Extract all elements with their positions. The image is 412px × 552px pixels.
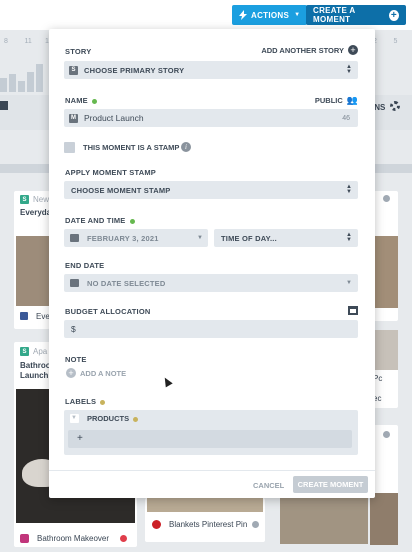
card-image bbox=[147, 498, 263, 512]
status-dot bbox=[383, 431, 390, 438]
end-date-value: NO DATE SELECTED bbox=[87, 278, 166, 288]
add-note-button[interactable]: + ADD A NOTE bbox=[66, 368, 126, 378]
bolt-icon bbox=[239, 10, 247, 20]
moment-card[interactable]: S New Everyday Eve bbox=[14, 191, 56, 329]
create-moment-label: CREATE A MOMENT bbox=[313, 6, 356, 24]
users-icon: 👥 bbox=[346, 95, 358, 105]
budget-section-label: BUDGET ALLOCATION bbox=[65, 307, 151, 316]
info-icon[interactable]: i bbox=[181, 142, 191, 152]
char-count: 46 bbox=[342, 114, 350, 122]
budget-input[interactable]: $ bbox=[64, 320, 358, 338]
end-date-picker[interactable]: NO DATE SELECTED ▼ bbox=[64, 274, 358, 292]
labels-group: ▼ PRODUCTS + bbox=[64, 410, 358, 455]
primary-story-select[interactable]: S CHOOSE PRIMARY STORY ▲ ▼ bbox=[64, 61, 358, 79]
select-arrows-icon: ▲ ▼ bbox=[346, 184, 352, 195]
select-arrows-icon: ▲ ▼ bbox=[346, 64, 352, 75]
collapse-toggle[interactable]: ▼ bbox=[70, 414, 79, 423]
card-story: Apa bbox=[33, 347, 48, 356]
note-section-label: NOTE bbox=[65, 355, 87, 364]
moment-stamp-text: CHOOSE MOMENT STAMP bbox=[71, 185, 171, 195]
top-toolbar: ACTIONS ▼ CREATE A MOMENT + bbox=[0, 0, 412, 30]
date-picker[interactable]: FEBRUARY 3, 2021 ▼ bbox=[64, 229, 208, 247]
card-image bbox=[370, 493, 398, 545]
card-image bbox=[280, 498, 368, 544]
label-group-name: PRODUCTS bbox=[87, 414, 139, 423]
moment-card[interactable]: Blankets Pinterest Pin bbox=[145, 498, 265, 542]
modal-footer: CANCEL CREATE MOMENT bbox=[49, 470, 375, 498]
gear-icon[interactable] bbox=[390, 101, 400, 111]
card-title: Bathroo bbox=[20, 361, 51, 370]
label-color-dot bbox=[100, 399, 106, 405]
actions-button[interactable]: ACTIONS ▼ bbox=[232, 5, 308, 25]
date-number: 5 bbox=[393, 38, 398, 45]
plus-circle-icon: + bbox=[388, 9, 399, 21]
create-moment-submit-button[interactable]: CREATE MOMENT bbox=[293, 476, 368, 493]
create-moment-modal: STORY ADD ANOTHER STORY + S CHOOSE PRIMA… bbox=[49, 29, 375, 498]
card-footer-text: Eve bbox=[36, 312, 50, 321]
end-date-section-label: END DATE bbox=[65, 261, 105, 270]
time-of-day-select[interactable]: TIME OF DAY... ▲ ▼ bbox=[214, 229, 358, 247]
card-image bbox=[16, 236, 50, 306]
select-arrows-icon: ▲ ▼ bbox=[346, 232, 352, 243]
required-dot bbox=[129, 218, 135, 224]
time-value: TIME OF DAY... bbox=[221, 233, 277, 243]
date-number: 8 bbox=[4, 38, 8, 45]
calendar-icon bbox=[70, 234, 79, 242]
story-badge: S bbox=[20, 195, 29, 204]
calendar-icon[interactable] bbox=[0, 101, 8, 110]
status-dot bbox=[252, 521, 259, 528]
create-moment-button[interactable]: CREATE A MOMENT + bbox=[306, 5, 406, 25]
mouse-cursor bbox=[161, 375, 173, 388]
story-badge: S bbox=[20, 347, 29, 356]
moment-badge: M bbox=[69, 113, 78, 123]
required-dot bbox=[91, 98, 97, 104]
label-color-dot bbox=[133, 416, 139, 422]
card-title-line2: Launch bbox=[20, 371, 49, 380]
primary-story-text: CHOOSE PRIMARY STORY bbox=[84, 65, 185, 75]
moment-stamp-select[interactable]: CHOOSE MOMENT STAMP ▲ ▼ bbox=[64, 181, 358, 199]
stamp-checkbox-label: THIS MOMENT IS A STAMP bbox=[83, 143, 180, 152]
calendar-icon bbox=[70, 279, 79, 287]
visibility-label: PUBLIC bbox=[314, 96, 343, 105]
chevron-down-icon: ▼ bbox=[71, 415, 77, 421]
card-story: New bbox=[33, 195, 50, 204]
moment-name-value: Product Launch bbox=[84, 113, 144, 123]
plus-circle-icon: + bbox=[66, 368, 76, 378]
instagram-icon bbox=[20, 534, 29, 543]
story-section-label: STORY bbox=[65, 47, 92, 56]
add-note-label: ADD A NOTE bbox=[80, 368, 127, 378]
moment-name-input[interactable]: M Product Launch 46 bbox=[64, 109, 358, 127]
status-dot bbox=[120, 535, 127, 542]
actions-label: ACTIONS bbox=[251, 10, 290, 20]
plus-circle-icon: + bbox=[348, 45, 358, 55]
apply-stamp-section-label: APPLY MOMENT STAMP bbox=[65, 168, 156, 177]
labels-section-label: LABELS bbox=[65, 397, 106, 406]
date-time-section-label: DATE AND TIME bbox=[65, 216, 135, 225]
facebook-icon bbox=[20, 312, 28, 320]
add-another-story-label: ADD ANOTHER STORY bbox=[261, 45, 344, 55]
chevron-down-icon: ▼ bbox=[197, 235, 203, 241]
chevron-down-icon: ▼ bbox=[346, 280, 352, 286]
cancel-button[interactable]: CANCEL bbox=[253, 481, 284, 490]
card-footer-text: Bathroom Makeover bbox=[37, 534, 110, 543]
stamp-checkbox[interactable] bbox=[64, 142, 75, 153]
add-another-story-button[interactable]: ADD ANOTHER STORY + bbox=[261, 45, 358, 55]
chevron-down-icon: ▼ bbox=[294, 12, 301, 18]
ledger-icon[interactable] bbox=[348, 306, 358, 315]
status-dot bbox=[383, 195, 390, 202]
date-value: FEBRUARY 3, 2021 bbox=[87, 233, 159, 243]
card-footer-text: Blankets Pinterest Pin bbox=[169, 520, 248, 529]
date-time-section-text: DATE AND TIME bbox=[65, 216, 126, 225]
labels-section-text: LABELS bbox=[65, 397, 97, 406]
pinterest-icon bbox=[152, 520, 161, 529]
name-section-label: NAME bbox=[65, 96, 97, 105]
currency-symbol: $ bbox=[71, 324, 76, 334]
name-section-text: NAME bbox=[65, 96, 88, 105]
date-number: 11 bbox=[24, 38, 32, 45]
label-group-text: PRODUCTS bbox=[87, 414, 130, 423]
add-label-input[interactable]: + bbox=[68, 430, 352, 448]
visibility-toggle[interactable]: PUBLIC 👥 bbox=[315, 95, 358, 106]
story-badge: S bbox=[69, 65, 78, 75]
